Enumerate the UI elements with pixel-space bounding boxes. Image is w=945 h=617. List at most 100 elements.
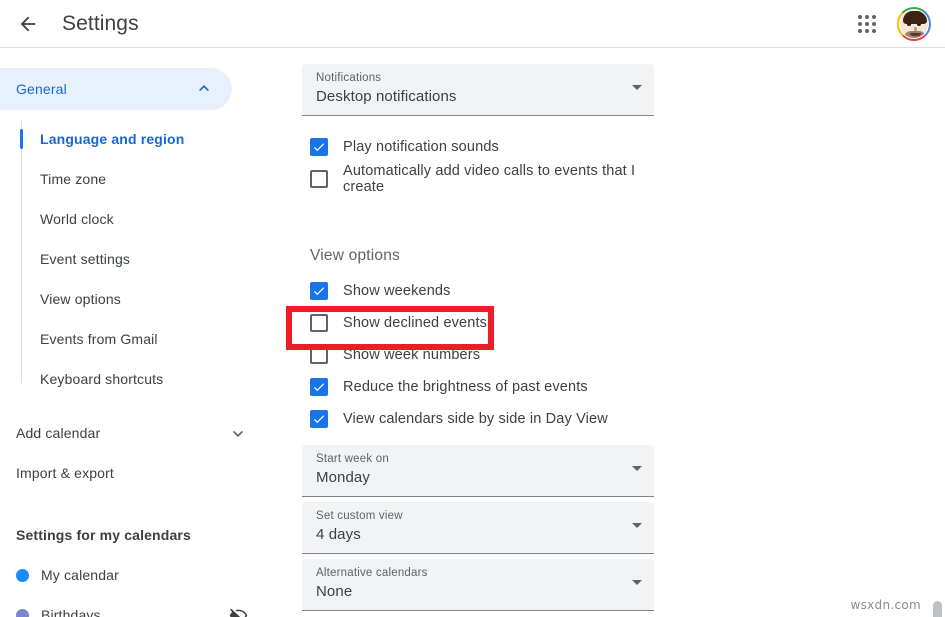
chevron-up-icon: [194, 79, 214, 99]
sidebar-sub-label: World clock: [40, 211, 114, 227]
calendar-name: My calendar: [41, 567, 119, 583]
content-spacer: [302, 195, 666, 247]
checkbox-label: Automatically add video calls to events …: [343, 163, 666, 195]
sidebar-item-events-from-gmail[interactable]: Events from Gmail: [0, 319, 266, 359]
sidebar-spacer: [0, 493, 266, 515]
checkbox-label: Play notification sounds: [343, 139, 499, 155]
settings-content: Notifications Desktop notifications Play…: [266, 48, 666, 611]
set-custom-view-select[interactable]: Set custom view 4 days: [302, 502, 654, 554]
view-options-heading: View options: [310, 247, 666, 265]
settings-page: Settings General: [0, 0, 945, 617]
content-spacer: [302, 435, 666, 445]
alternative-calendars-select[interactable]: Alternative calendars None: [302, 559, 654, 611]
calendar-color-dot: [16, 609, 29, 617]
checkbox-label: Show weekends: [343, 283, 451, 299]
apps-dot: [858, 29, 862, 33]
apps-dot: [872, 22, 876, 26]
avatar-beard: [904, 31, 926, 38]
sidebar-item-event-settings[interactable]: Event settings: [0, 239, 266, 279]
checkbox-label: Reduce the brightness of past events: [343, 379, 588, 395]
my-calendars-heading: Settings for my calendars: [0, 515, 266, 555]
sidebar-item-general[interactable]: General: [0, 68, 232, 110]
sidebar-sub-label: View options: [40, 291, 121, 307]
dropdown-arrow-icon: [632, 85, 642, 90]
notifications-select[interactable]: Notifications Desktop notifications: [302, 64, 654, 116]
header-right-group: [847, 4, 945, 44]
checkbox-label: Show week numbers: [343, 347, 480, 363]
set-custom-view-label: Set custom view: [316, 509, 640, 524]
sidebar-item-view-options[interactable]: View options: [0, 279, 266, 319]
main-scrollbar-thumb[interactable]: [933, 601, 942, 617]
sidebar-sub-label: Keyboard shortcuts: [40, 371, 163, 387]
page-title: Settings: [62, 12, 139, 36]
alternative-calendars-label: Alternative calendars: [316, 566, 640, 581]
checkbox-auto-add-video-calls[interactable]: [310, 170, 328, 188]
checkbox-show-declined-events[interactable]: [310, 314, 328, 332]
sidebar-sub-label: Language and region: [40, 131, 184, 147]
apps-dot: [872, 29, 876, 33]
avatar-eye-right: [917, 23, 921, 26]
checkbox-label: View calendars side by side in Day View: [343, 411, 608, 427]
avatar[interactable]: [897, 7, 931, 41]
checkbox-view-calendars-side-by-side[interactable]: [310, 410, 328, 428]
settings-main-panel: Notifications Desktop notifications Play…: [266, 48, 945, 617]
notifications-select-value: Desktop notifications: [316, 86, 640, 108]
arrow-back-icon: [17, 13, 39, 35]
checkbox-row-auto-add-video-calls[interactable]: Automatically add video calls to events …: [302, 163, 666, 195]
dropdown-arrow-icon: [632, 466, 642, 471]
content-spacer: [302, 121, 666, 131]
sidebar-spacer: [0, 399, 266, 413]
notifications-select-label: Notifications: [316, 71, 640, 86]
app-header: Settings: [0, 0, 945, 48]
calendar-color-dot: [16, 569, 29, 582]
dropdown-arrow-icon: [632, 523, 642, 528]
apps-dot: [865, 15, 869, 19]
checkbox-row-show-week-numbers[interactable]: Show week numbers: [302, 339, 666, 371]
apps-dot: [858, 15, 862, 19]
sidebar-sub-label: Event settings: [40, 251, 130, 267]
sidebar-general-label: General: [16, 81, 67, 97]
checkbox-row-show-declined-events[interactable]: Show declined events: [302, 307, 666, 339]
checkbox-row-show-weekends[interactable]: Show weekends: [302, 275, 666, 307]
calendar-item-my-calendar[interactable]: My calendar: [0, 555, 266, 595]
sidebar-item-time-zone[interactable]: Time zone: [0, 159, 266, 199]
add-calendar-label: Add calendar: [16, 425, 100, 441]
visibility-off-icon[interactable]: [229, 606, 248, 617]
back-button[interactable]: [8, 4, 48, 44]
calendar-name: Birthdays: [41, 607, 101, 617]
main-scrollbar-track[interactable]: [930, 96, 945, 617]
checkbox-reduce-brightness-past-events[interactable]: [310, 378, 328, 396]
set-custom-view-value: 4 days: [316, 524, 640, 546]
watermark: wsxdn.com: [850, 598, 921, 612]
checkbox-show-week-numbers[interactable]: [310, 346, 328, 364]
calendar-item-birthdays[interactable]: Birthdays: [0, 595, 266, 617]
checkbox-row-play-notification-sounds[interactable]: Play notification sounds: [302, 131, 666, 163]
sidebar-sub-label: Events from Gmail: [40, 331, 158, 347]
apps-dot: [872, 15, 876, 19]
checkbox-show-weekends[interactable]: [310, 282, 328, 300]
apps-dot: [865, 22, 869, 26]
import-export-label: Import & export: [16, 465, 114, 481]
apps-dot: [865, 29, 869, 33]
checkbox-row-reduce-brightness-past-events[interactable]: Reduce the brightness of past events: [302, 371, 666, 403]
start-week-on-select[interactable]: Start week on Monday: [302, 445, 654, 497]
avatar-photo: [899, 9, 929, 39]
avatar-eye-left: [907, 23, 911, 26]
checkbox-label: Show declined events: [343, 315, 487, 331]
sidebar-item-world-clock[interactable]: World clock: [0, 199, 266, 239]
chevron-down-icon: [228, 423, 248, 443]
sidebar-submenu: Language and region Time zone World cloc…: [0, 119, 266, 399]
sidebar-item-language-and-region[interactable]: Language and region: [0, 119, 266, 159]
sidebar-item-add-calendar[interactable]: Add calendar: [0, 413, 266, 453]
apps-dot: [858, 22, 862, 26]
apps-grid-icon[interactable]: [847, 4, 887, 44]
start-week-on-label: Start week on: [316, 452, 640, 467]
start-week-on-value: Monday: [316, 467, 640, 489]
avatar-hair: [903, 11, 927, 24]
checkbox-play-notification-sounds[interactable]: [310, 138, 328, 156]
dropdown-arrow-icon: [632, 580, 642, 585]
sidebar-item-keyboard-shortcuts[interactable]: Keyboard shortcuts: [0, 359, 266, 399]
checkbox-row-view-calendars-side-by-side[interactable]: View calendars side by side in Day View: [302, 403, 666, 435]
sidebar-item-import-export[interactable]: Import & export: [0, 453, 266, 493]
sidebar-sub-label: Time zone: [40, 171, 106, 187]
